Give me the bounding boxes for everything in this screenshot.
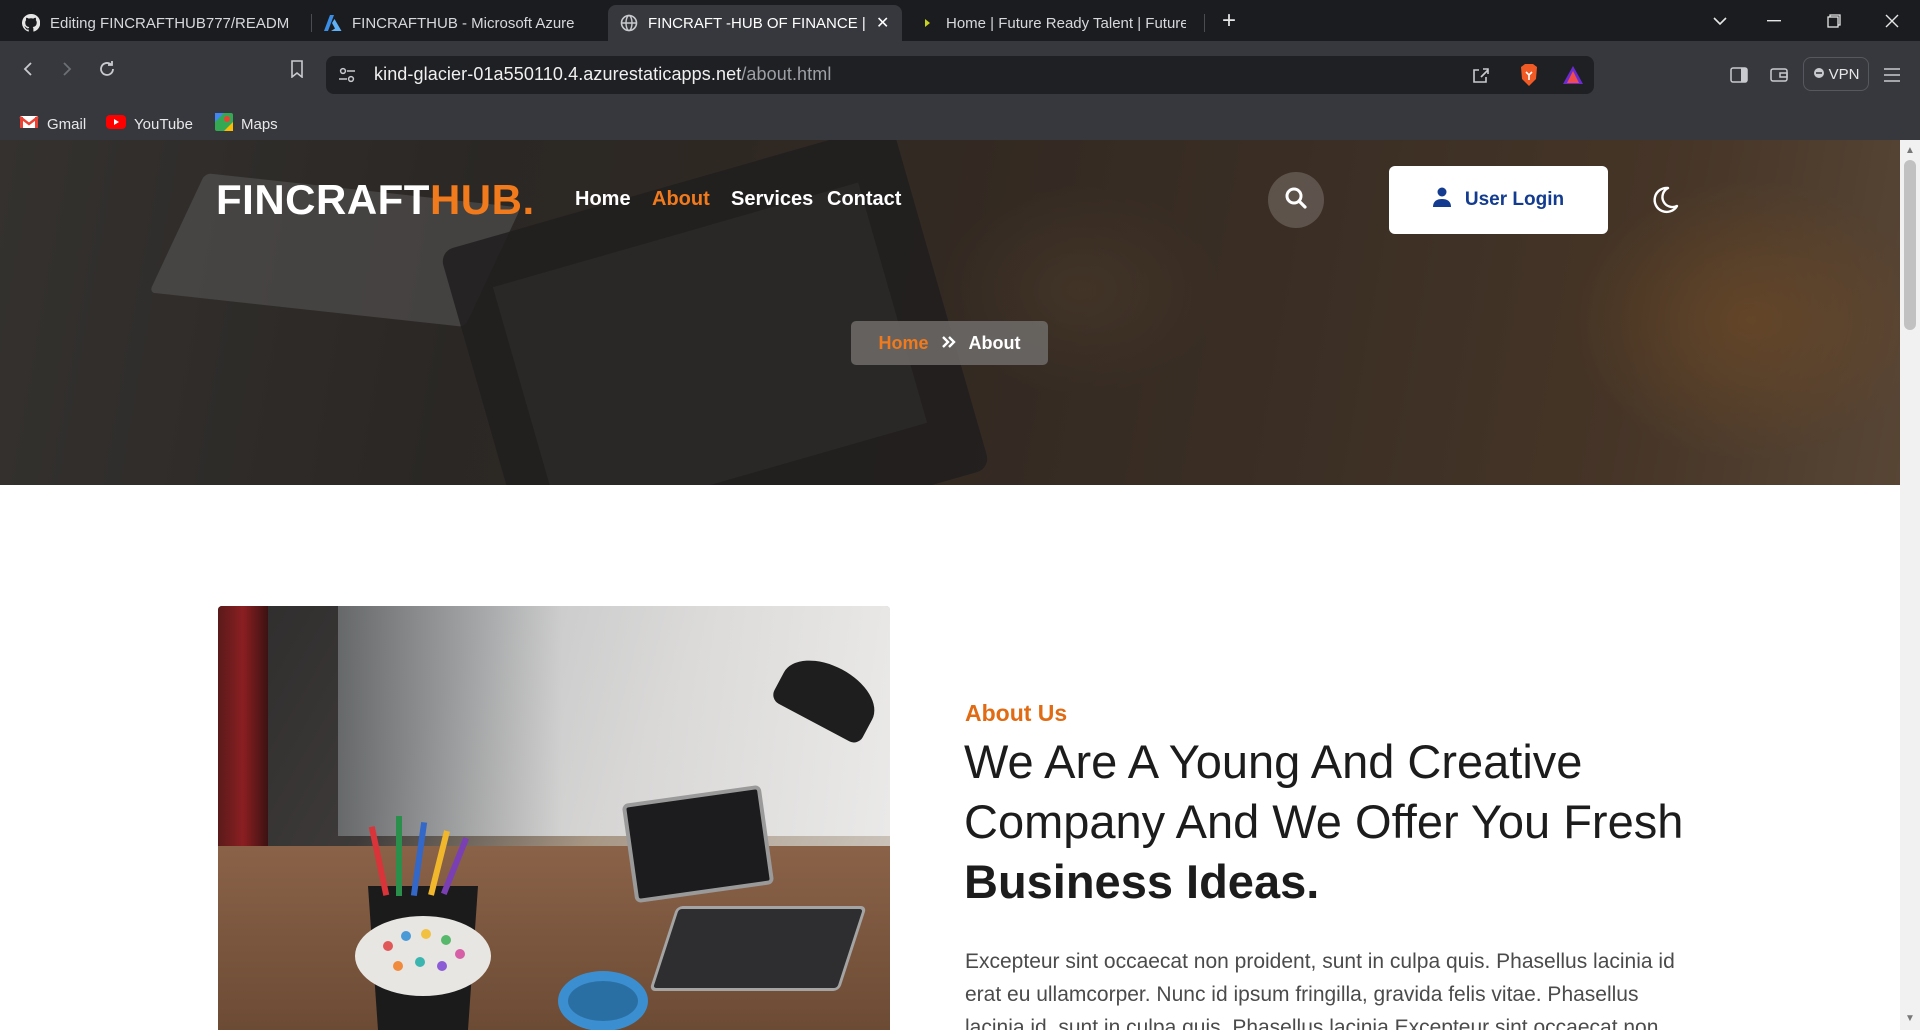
- breadcrumb: Home About: [851, 321, 1048, 365]
- about-heading: We Are A Young And Creative Company And …: [964, 732, 1724, 912]
- tab-future-ready[interactable]: Home | Future Ready Talent | Future I: [906, 5, 1202, 41]
- bookmark-label: YouTube: [134, 115, 193, 133]
- hero-banner: FINCRAFTHUB. Home About Services Contact…: [0, 140, 1900, 485]
- new-tab-button[interactable]: +: [1215, 8, 1243, 36]
- nav-about[interactable]: About: [652, 188, 710, 211]
- vpn-button[interactable]: VPN: [1803, 57, 1869, 91]
- scrollbar-thumb[interactable]: [1904, 160, 1916, 330]
- bookmark-icon[interactable]: [283, 55, 311, 83]
- gmail-icon: [19, 114, 39, 134]
- close-tab-icon[interactable]: ✕: [876, 13, 889, 33]
- maps-icon: [215, 113, 233, 135]
- about-kicker: About Us: [965, 700, 1068, 726]
- back-button[interactable]: [14, 55, 42, 83]
- bookmark-youtube[interactable]: YouTube: [106, 108, 193, 140]
- tab-search-chevron-icon[interactable]: [1692, 0, 1748, 41]
- brave-rewards-icon[interactable]: [1560, 62, 1586, 88]
- nav-services[interactable]: Services: [731, 188, 813, 211]
- login-label: User Login: [1464, 189, 1565, 210]
- bookmark-label: Gmail: [47, 115, 87, 133]
- tab-title: Home | Future Ready Talent | Future I: [946, 14, 1186, 32]
- tab-separator: [1204, 14, 1205, 32]
- brave-shields-icon[interactable]: [1516, 62, 1542, 88]
- moon-icon: [1648, 186, 1680, 220]
- nav-contact[interactable]: Contact: [827, 188, 901, 211]
- site-logo[interactable]: FINCRAFTHUB.: [216, 176, 535, 224]
- restore-button[interactable]: [1806, 0, 1862, 41]
- bookmark-gmail[interactable]: Gmail: [19, 108, 86, 140]
- breadcrumb-home[interactable]: Home: [879, 333, 929, 354]
- about-paragraph: Excepteur sint occaecat non proident, su…: [965, 950, 1675, 1030]
- youtube-icon: [106, 115, 126, 133]
- tab-title: FINCRAFT -HUB OF FINANCE | A: [648, 14, 868, 32]
- wallet-icon[interactable]: [1766, 62, 1792, 88]
- minimize-button[interactable]: [1746, 0, 1802, 41]
- web-page: FINCRAFTHUB. Home About Services Contact…: [0, 140, 1900, 1030]
- bookmark-maps[interactable]: Maps: [215, 108, 278, 140]
- bookmarks-bar: [0, 108, 1920, 140]
- about-laptop: [621, 784, 775, 904]
- about-heading-line2: Company And We Offer You Fresh: [964, 795, 1684, 848]
- breadcrumb-current: About: [968, 332, 1021, 353]
- site-settings-icon[interactable]: [334, 62, 360, 88]
- search-button[interactable]: [1268, 172, 1324, 228]
- bookmark-label: Maps: [241, 115, 278, 133]
- tab-fincraft[interactable]: FINCRAFT -HUB OF FINANCE | A ✕: [608, 5, 902, 41]
- scroll-down-icon[interactable]: ▼: [1903, 1012, 1917, 1026]
- marker-cup: [355, 816, 491, 1030]
- tab-azure[interactable]: FINCRAFTHUB - Microsoft Azure: [312, 5, 602, 41]
- about-image: [218, 606, 890, 1030]
- dark-mode-toggle[interactable]: [1648, 184, 1680, 216]
- logo-main: FINCRAFT: [216, 176, 430, 223]
- menu-icon[interactable]: [1879, 62, 1905, 88]
- about-heading-line1: We Are A Young And Creative: [964, 735, 1583, 788]
- reload-button[interactable]: [93, 55, 121, 83]
- url-text[interactable]: kind-glacier-01a550110.4.azurestaticapps…: [374, 64, 831, 85]
- scroll-up-icon[interactable]: ▲: [1903, 144, 1917, 158]
- nav-home[interactable]: Home: [575, 188, 631, 211]
- search-icon: [1284, 186, 1308, 215]
- forward-button[interactable]: [53, 55, 81, 83]
- vpn-status-icon: [1813, 66, 1825, 83]
- url-path: /about.html: [741, 64, 832, 84]
- azure-icon: [324, 14, 342, 32]
- tab-title: Editing FINCRAFTHUB777/README.r: [50, 14, 290, 32]
- url-host: kind-glacier-01a550110.4.azurestaticapps…: [374, 64, 742, 84]
- about-heading-bold: Business Ideas.: [964, 855, 1320, 908]
- user-icon: [1432, 187, 1451, 213]
- sidebar-icon[interactable]: [1726, 62, 1752, 88]
- share-icon[interactable]: [1468, 62, 1494, 88]
- about-window: [338, 606, 890, 836]
- about-tape: [558, 971, 648, 1030]
- double-chevron-right-icon: [941, 333, 957, 354]
- about-laptop-keyboard: [649, 906, 867, 991]
- globe-icon: [620, 14, 638, 32]
- logo-accent: HUB.: [429, 176, 535, 223]
- user-login-button[interactable]: User Login: [1389, 166, 1608, 234]
- vpn-label: VPN: [1828, 65, 1860, 83]
- play-icon: [918, 14, 936, 32]
- tab-title: FINCRAFTHUB - Microsoft Azure: [352, 14, 575, 32]
- github-icon: [22, 14, 40, 32]
- tab-github[interactable]: Editing FINCRAFTHUB777/README.r: [10, 5, 310, 41]
- close-window-button[interactable]: [1864, 0, 1920, 41]
